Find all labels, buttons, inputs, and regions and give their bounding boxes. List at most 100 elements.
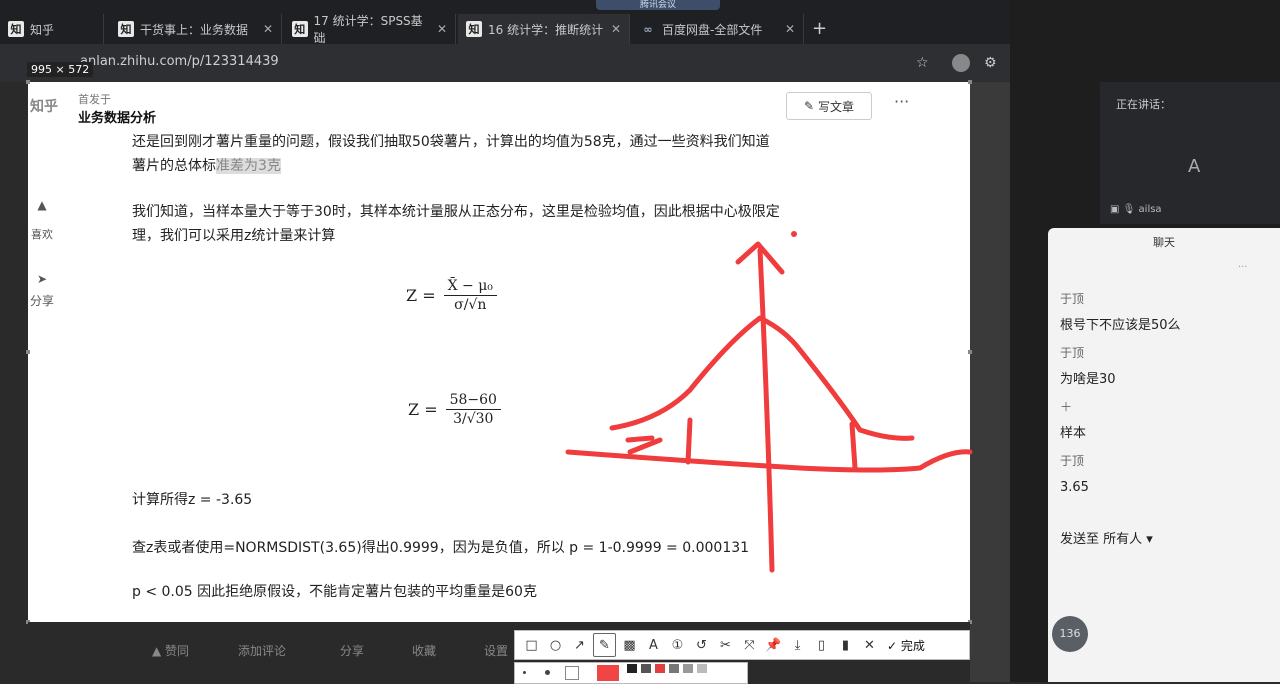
like-button[interactable]: ▲ 喜欢 xyxy=(28,198,56,242)
zhihu-logo[interactable]: 知乎 xyxy=(30,96,58,116)
zhihu-icon: 知 xyxy=(8,21,24,37)
right-gutter xyxy=(970,82,1010,682)
star-icon[interactable]: ☆ xyxy=(916,55,929,71)
favorite-button[interactable]: 收藏 xyxy=(412,642,436,659)
chat-message: 根号下不应该是50么 xyxy=(1060,318,1181,333)
paragraph-2: 我们知道，当样本量大于等于30时，其样本统计量服从正态分布，这里是检验均值，因此… xyxy=(132,204,780,244)
pin-icon[interactable]: 📌 xyxy=(763,634,784,656)
numerator: 58−60 xyxy=(445,392,501,410)
zhihu-icon: 知 xyxy=(292,21,308,37)
cut-icon[interactable]: ✂ xyxy=(715,634,736,656)
url-text[interactable]: anlan.zhihu.com/p/123314439 xyxy=(80,54,279,69)
share-action-button[interactable]: 分享 xyxy=(340,642,364,659)
edit-icon: ✎ xyxy=(803,99,815,113)
mosaic-tool-icon[interactable]: ▩ xyxy=(619,634,640,656)
denominator: 3/√30 xyxy=(453,411,494,427)
current-color-swatch[interactable] xyxy=(597,665,619,681)
baidu-pan-icon: ∞ xyxy=(643,22,653,36)
selection-handle[interactable] xyxy=(26,350,30,354)
chat-message: 为啥是30 xyxy=(1060,372,1116,387)
large-brush-size[interactable] xyxy=(565,666,579,680)
paragraph-1: 还是回到刚才薯片重量的问题，假设我们抽取50袋薯片，计算出的均值为58克，通过一… xyxy=(132,130,782,178)
user-avatar[interactable]: 136 xyxy=(1052,616,1088,652)
chat-message: 3.65 xyxy=(1060,480,1089,495)
close-icon[interactable]: ✕ xyxy=(263,22,273,36)
result-line: 计算所得z = -3.65 xyxy=(132,492,253,508)
pen-tool-icon[interactable]: ✎ xyxy=(593,633,616,657)
chat-message: 样本 xyxy=(1060,426,1087,441)
meeting-pill[interactable]: 腾讯会议 xyxy=(596,0,720,10)
tab-title: 知乎 xyxy=(30,22,55,37)
number-tool-icon[interactable]: ① xyxy=(667,634,688,656)
lookup-line: 查z表或者使用=NORMSDIST(3.65)得出0.9999，因为是负值，所以… xyxy=(132,540,750,556)
color-palette xyxy=(514,662,748,684)
close-icon[interactable]: ✕ xyxy=(611,22,621,36)
conclusion-line: p < 0.05 因此拒绝原假设，不能肯定薯片包装的平均重量是60克 xyxy=(132,584,537,600)
fraction: 58−60 3/√30 xyxy=(445,392,501,427)
color-swatch[interactable] xyxy=(669,664,679,673)
expand-icon[interactable]: ⤧ xyxy=(739,634,760,656)
close-icon[interactable]: ✕ xyxy=(859,634,880,656)
undo-icon[interactable]: ↺ xyxy=(691,634,712,656)
left-gutter xyxy=(0,82,28,682)
chat-sender: 于顶 xyxy=(1060,454,1085,468)
color-swatch[interactable] xyxy=(683,664,693,673)
extension-icon[interactable]: ⚙ xyxy=(984,55,997,71)
profile-avatar[interactable] xyxy=(952,54,970,72)
upvote-button[interactable]: ▲ 赞同 xyxy=(152,642,189,659)
tab-business-data[interactable]: 知 干货事上：业务数据 ✕ xyxy=(110,14,282,44)
speaker-avatar: A xyxy=(1188,156,1201,177)
arrow-tool-icon[interactable]: ↗ xyxy=(569,634,590,656)
tab-baidu-pan[interactable]: ∞ 百度网盘-全部文件 ✕ xyxy=(632,14,804,44)
tab-spss[interactable]: 知 17 统计学：SPSS基础 ✕ xyxy=(284,14,456,45)
download-icon[interactable]: ⤓ xyxy=(787,634,808,656)
share-label: 分享 xyxy=(29,294,54,308)
write-article-button[interactable]: ✎ 写文章 xyxy=(786,92,872,120)
medium-brush-size[interactable] xyxy=(545,670,550,675)
text-tool-icon[interactable]: A xyxy=(643,634,664,656)
send-to-select[interactable]: 发送至 所有人 ▾ xyxy=(1060,528,1153,547)
formula-lhs: Z = xyxy=(406,286,436,305)
circle-tool-icon[interactable]: ○ xyxy=(545,634,566,656)
tab-zhihu[interactable]: 知 知乎 xyxy=(0,14,104,44)
color-swatch[interactable] xyxy=(655,664,665,673)
tab-title: 干货事上：业务数据 xyxy=(140,22,249,37)
tab-inference-active[interactable]: 知 16 统计学：推断统计 ✕ xyxy=(458,14,630,44)
tab-title: 17 统计学：SPSS基础 xyxy=(313,14,423,45)
zhihu-icon: 知 xyxy=(118,21,134,37)
share-button[interactable]: ➤ 分享 xyxy=(28,272,56,309)
like-label: 喜欢 xyxy=(31,228,53,241)
video-icon: ▣ xyxy=(1110,204,1120,215)
close-icon[interactable]: ✕ xyxy=(785,22,795,36)
color-swatch[interactable] xyxy=(697,664,707,673)
chat-sender: 于顶 xyxy=(1060,292,1085,306)
done-button[interactable]: ✓ 完成 xyxy=(887,637,925,654)
color-swatch[interactable] xyxy=(641,664,651,673)
close-icon[interactable]: ✕ xyxy=(437,22,447,36)
small-brush-size[interactable] xyxy=(523,671,526,674)
settings-button[interactable]: 设置 xyxy=(484,642,508,659)
write-article-label: 写文章 xyxy=(818,99,855,114)
capture-size-badge: 995 × 572 xyxy=(27,62,94,77)
phone-icon[interactable]: ▯ xyxy=(811,634,832,656)
column-name[interactable]: 业务数据分析 xyxy=(78,107,156,126)
fraction: X̄ − μ₀ σ/√n xyxy=(443,278,497,313)
chat-sender: ＋ xyxy=(1060,400,1073,414)
save-icon[interactable]: ▮ xyxy=(835,634,856,656)
tab-title: 百度网盘-全部文件 xyxy=(662,22,763,37)
selection-handle[interactable] xyxy=(26,80,30,84)
published-in-label: 首发于 xyxy=(78,93,111,106)
formula-lhs: Z = xyxy=(408,400,438,419)
rectangle-tool-icon[interactable]: □ xyxy=(521,634,542,656)
chat-sender: 于顶 xyxy=(1060,346,1085,360)
chat-more-icon[interactable]: ··· xyxy=(1238,262,1248,273)
color-swatch[interactable] xyxy=(627,664,637,673)
selection-handle[interactable] xyxy=(968,350,972,354)
selection-handle[interactable] xyxy=(968,80,972,84)
new-tab-button[interactable]: + xyxy=(812,18,827,39)
like-icon: ▲ xyxy=(37,198,47,212)
tab-title: 16 统计学：推断统计 xyxy=(488,22,604,37)
more-icon[interactable]: ··· xyxy=(894,92,909,111)
comment-button[interactable]: 添加评论 xyxy=(238,642,286,659)
z-formula-values: Z = 58−60 3/√30 xyxy=(408,392,501,427)
